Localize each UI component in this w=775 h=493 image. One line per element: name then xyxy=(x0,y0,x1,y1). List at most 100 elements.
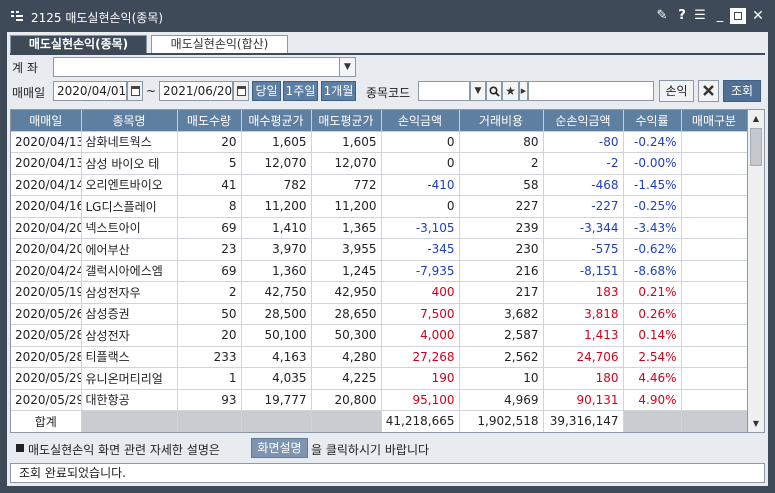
vertical-scrollbar[interactable]: ▲ ▼ xyxy=(748,109,765,433)
summary-empty-cell xyxy=(681,410,747,432)
cell-qty: 1 xyxy=(177,367,242,390)
table-row[interactable]: 2020/05/28 삼성전자 20 50,100 50,300 4,000 2,587 1,… xyxy=(11,324,747,347)
column-header[interactable]: 수익률 xyxy=(623,110,682,132)
cell-buy-avg: 782 xyxy=(241,174,312,196)
close-icon[interactable]: ✕ xyxy=(750,8,766,24)
sort-pl-button[interactable]: 손익 xyxy=(659,80,694,102)
table-row[interactable]: 2020/05/19 삼성전자우 2 42,750 42,950 400 217 183 0.2… xyxy=(11,281,747,304)
search-icon[interactable] xyxy=(486,81,502,101)
cell-net-pl: 90,131 xyxy=(543,389,624,411)
favorite-star-icon[interactable]: ★ xyxy=(502,81,519,101)
scroll-down-icon[interactable]: ▼ xyxy=(748,415,764,432)
column-header[interactable]: 종목명 xyxy=(81,110,178,132)
one-month-button[interactable]: 1개월 xyxy=(321,81,356,101)
cell-net-pl: -2 xyxy=(543,152,624,175)
cell-date: 2020/04/13 xyxy=(11,152,82,175)
cell-pl: 4,000 xyxy=(381,324,460,347)
summary-empty-cell xyxy=(241,410,312,432)
cell-qty: 20 xyxy=(177,131,242,153)
cell-cost: 2 xyxy=(459,152,544,175)
date-from-input[interactable]: 2020/04/01 xyxy=(53,81,127,101)
cell-pl: -410 xyxy=(381,174,460,196)
table-row[interactable]: 2020/04/14 오리엔트바이오 41 782 772 -410 58 -468 -1.45… xyxy=(11,174,747,196)
cell-buy-avg: 19,777 xyxy=(241,389,312,411)
one-week-button[interactable]: 1주일 xyxy=(283,81,318,101)
stock-code-label: 종목코드 xyxy=(366,86,411,100)
scroll-up-icon[interactable]: ▲ xyxy=(748,110,764,127)
scroll-thumb[interactable] xyxy=(750,128,762,166)
calendar-from-icon[interactable] xyxy=(127,81,143,101)
table-row[interactable]: 2020/04/13 삼성 바이오 테 5 12,070 12,070 0 2 -2 -0.00… xyxy=(11,152,747,175)
summary-row: 합계 41,218,665 1,902,518 39,316,147 xyxy=(11,410,747,432)
clear-icon[interactable] xyxy=(698,80,719,102)
cell-date: 2020/04/14 xyxy=(11,174,82,196)
cell-buy-avg: 3,970 xyxy=(241,238,312,261)
screen-help-button[interactable]: 화면설명 xyxy=(251,438,308,458)
cell-name: 넥스트아이 xyxy=(81,217,178,239)
cell-type xyxy=(681,131,747,153)
stock-code-dropdown-button[interactable]: ▼ xyxy=(470,81,486,101)
table-row[interactable]: 2020/05/28 티플랙스 233 4,163 4,280 27,268 2,562 24… xyxy=(11,346,747,368)
summary-empty-cell xyxy=(177,410,242,432)
tab-sell-pl-summary[interactable]: 매도실현손익(합산) xyxy=(151,35,288,54)
pin-icon[interactable]: ✎ xyxy=(654,8,670,24)
cell-pl: -7,935 xyxy=(381,260,460,282)
cell-type xyxy=(681,152,747,175)
maximize-icon[interactable] xyxy=(730,8,746,24)
cell-qty: 41 xyxy=(177,174,242,196)
cell-type xyxy=(681,324,747,347)
cell-net-pl: -575 xyxy=(543,238,624,261)
help-icon[interactable]: ? xyxy=(674,8,690,24)
cell-sell-avg: 50,300 xyxy=(311,324,382,347)
account-select[interactable] xyxy=(53,57,340,77)
bullet-square-icon xyxy=(16,444,24,452)
cell-cost: 230 xyxy=(459,238,544,261)
table-row[interactable]: 2020/04/24 갤럭시아에스엠 69 1,360 1,245 -7,935 216 -8… xyxy=(11,260,747,282)
cell-date: 2020/04/16 xyxy=(11,195,82,218)
account-label: 계 좌 xyxy=(12,61,38,75)
table-row[interactable]: 2020/04/20 넥스트아이 69 1,410 1,365 -3,105 239 -3,3… xyxy=(11,217,747,239)
table-row[interactable]: 2020/04/20 에어부산 23 3,970 3,955 -345 230 -575 -0.… xyxy=(11,238,747,261)
query-button[interactable]: 조회 xyxy=(723,80,761,102)
cell-date: 2020/05/19 xyxy=(11,281,82,304)
table-row[interactable]: 2020/04/13 삼화네트웍스 20 1,605 1,605 0 80 -80 -0.24% xyxy=(11,131,747,153)
cell-net-pl: 24,706 xyxy=(543,346,624,368)
cell-buy-avg: 1,360 xyxy=(241,260,312,282)
cell-buy-avg: 42,750 xyxy=(241,281,312,304)
cell-name: 삼성 바이오 테 xyxy=(81,152,178,175)
calendar-to-icon[interactable] xyxy=(233,81,249,101)
cell-type xyxy=(681,238,747,261)
table-row[interactable]: 2020/05/29 대한항공 93 19,777 20,800 95,100 4,969 9… xyxy=(11,389,747,411)
date-to-input[interactable]: 2021/06/20 xyxy=(159,81,233,101)
cell-sell-avg: 42,950 xyxy=(311,281,382,304)
cell-name: 갤럭시아에스엠 xyxy=(81,260,178,282)
cell-pl: -345 xyxy=(381,238,460,261)
cell-pl: 190 xyxy=(381,367,460,390)
next-arrow-icon[interactable]: ▶ xyxy=(519,81,528,101)
stock-code-input[interactable] xyxy=(418,81,470,101)
cell-pl: 7,500 xyxy=(381,303,460,325)
column-header[interactable]: 거래비용 xyxy=(459,110,544,132)
account-dropdown-button[interactable]: ▼ xyxy=(339,57,356,77)
column-header[interactable]: 매매구분 xyxy=(681,110,747,132)
cell-qty: 69 xyxy=(177,260,242,282)
menu-icon[interactable]: ☰ xyxy=(692,8,708,24)
cell-date: 2020/05/29 xyxy=(11,367,82,390)
column-header[interactable]: 매수평균가 xyxy=(241,110,312,132)
column-header[interactable]: 매매일 xyxy=(11,110,82,132)
table-row[interactable]: 2020/05/29 유니온머티리얼 1 4,035 4,225 190 10 180 4.46… xyxy=(11,367,747,390)
minimize-icon[interactable]: _ xyxy=(712,8,728,24)
cell-date: 2020/05/28 xyxy=(11,346,82,368)
cell-buy-avg: 11,200 xyxy=(241,195,312,218)
column-header[interactable]: 매도수량 xyxy=(177,110,242,132)
column-header[interactable]: 매도평균가 xyxy=(311,110,382,132)
today-button[interactable]: 당일 xyxy=(252,81,281,101)
column-header[interactable]: 손익금액 xyxy=(381,110,460,132)
cell-pl: 0 xyxy=(381,131,460,153)
column-header[interactable]: 순손익금액 xyxy=(543,110,624,132)
table-row[interactable]: 2020/05/26 삼성증권 50 28,500 28,650 7,500 3,682 3,… xyxy=(11,303,747,325)
cell-sell-avg: 28,650 xyxy=(311,303,382,325)
cell-sell-avg: 1,245 xyxy=(311,260,382,282)
table-row[interactable]: 2020/04/16 LG디스플레이 8 11,200 11,200 0 227 -227 -0… xyxy=(11,195,747,218)
tab-sell-pl-by-stock[interactable]: 매도실현손익(종목) xyxy=(10,35,147,54)
